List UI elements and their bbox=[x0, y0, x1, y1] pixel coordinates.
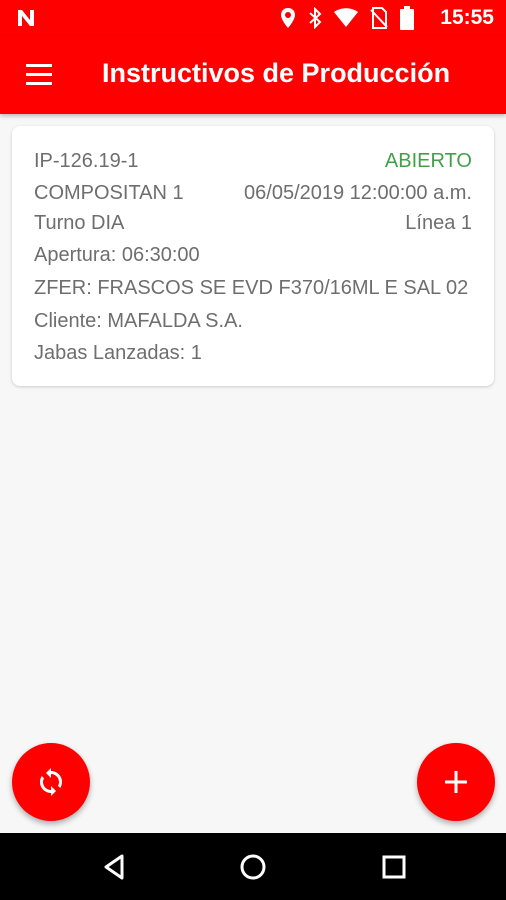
nav-home-button[interactable] bbox=[233, 847, 273, 887]
system-nav-bar bbox=[0, 833, 506, 900]
add-icon bbox=[445, 771, 467, 793]
status-badge: ABIERTO bbox=[384, 150, 472, 172]
opening-time: Apertura: 06:30:00 bbox=[34, 244, 200, 266]
add-button[interactable] bbox=[417, 743, 495, 821]
status-icons bbox=[280, 6, 414, 35]
bluetooth-icon bbox=[308, 6, 322, 34]
menu-button[interactable] bbox=[18, 56, 58, 94]
n-logo-icon bbox=[16, 8, 36, 33]
nav-recents-button[interactable] bbox=[374, 847, 414, 887]
no-sim-icon bbox=[370, 7, 388, 34]
clock: 15:55 bbox=[440, 6, 494, 29]
wifi-icon bbox=[334, 8, 358, 33]
line-label: Línea 1 bbox=[405, 212, 472, 234]
card-row-product: COMPOSITAN 1 06/05/2019 12:00:00 a.m. bbox=[34, 182, 472, 208]
status-bar: 15:55 bbox=[0, 0, 506, 36]
shift-label: Turno DIA bbox=[34, 212, 125, 234]
sync-button[interactable] bbox=[12, 743, 90, 821]
product-name: COMPOSITAN 1 bbox=[34, 182, 184, 204]
client-name: Cliente: MAFALDA S.A. bbox=[34, 310, 243, 332]
production-instruction-card[interactable]: IP-126.19-1 ABIERTO COMPOSITAN 1 06/05/2… bbox=[12, 126, 494, 386]
location-icon bbox=[280, 7, 296, 34]
sync-icon bbox=[40, 768, 62, 796]
zfer-description: ZFER: FRASCOS SE EVD F370/16ML E SAL 02 bbox=[34, 277, 469, 299]
hamburger-menu-icon bbox=[26, 64, 52, 85]
instruction-datetime: 06/05/2019 12:00:00 a.m. bbox=[244, 182, 472, 204]
instruction-code: IP-126.19-1 bbox=[34, 150, 139, 172]
app-bar: Instructivos de Producción bbox=[0, 36, 506, 114]
card-row-header: IP-126.19-1 ABIERTO bbox=[34, 150, 472, 176]
nav-back-button[interactable] bbox=[94, 847, 134, 887]
battery-icon bbox=[400, 6, 414, 35]
card-row-shift: Turno DIA Línea 1 bbox=[34, 212, 472, 238]
crates-launched: Jabas Lanzadas: 1 bbox=[34, 342, 202, 364]
back-icon bbox=[104, 854, 124, 880]
page-title: Instructivos de Producción bbox=[102, 58, 451, 88]
recents-icon bbox=[382, 855, 406, 879]
home-icon bbox=[240, 854, 266, 880]
